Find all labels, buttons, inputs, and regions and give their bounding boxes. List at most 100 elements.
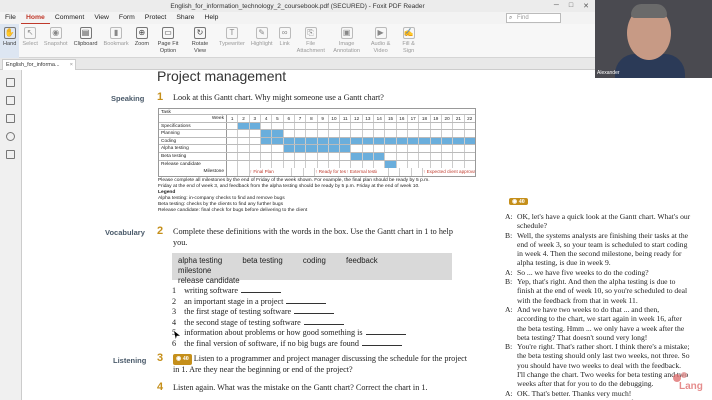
gantt-empty-cell xyxy=(227,160,239,169)
snapshot-label: Snapshot xyxy=(43,41,68,47)
menu-share[interactable]: Share xyxy=(171,12,199,24)
gantt-empty-cell xyxy=(304,168,316,176)
gantt-empty-cell xyxy=(250,137,261,145)
snapshot-button[interactable]: ◉ Snapshot xyxy=(41,24,71,58)
gantt-week-cell: 3 xyxy=(250,115,261,122)
bookmarks-panel-icon[interactable] xyxy=(6,78,15,87)
menu-form[interactable]: Form xyxy=(114,12,140,24)
zoom-button[interactable]: ⊕ Zoom xyxy=(132,24,152,58)
hand-icon: ✋ xyxy=(3,27,16,39)
image-annotation-button[interactable]: ▣ Image Annotation xyxy=(328,24,366,58)
page-fit-button[interactable]: ▭ Page Fit Option xyxy=(152,24,184,58)
select-tool-button[interactable]: ↖ Select xyxy=(19,24,41,58)
transcript-line: the beta testing. Hmm ... we only have a… xyxy=(505,324,712,333)
gantt-week-cell: 13 xyxy=(363,115,375,122)
gantt-empty-cell xyxy=(272,152,284,160)
page-thumbnails-icon[interactable] xyxy=(6,96,15,105)
link-button[interactable]: ∞ Link xyxy=(276,24,294,58)
gantt-task-row: Alpha testing xyxy=(159,145,475,153)
answer-blank[interactable] xyxy=(361,339,402,346)
answer-blank[interactable] xyxy=(303,318,344,325)
gantt-empty-cell xyxy=(400,168,412,176)
transcript-line: end of week 3, so your team is scheduled… xyxy=(505,240,712,249)
typewriter-label: Typewriter xyxy=(219,41,245,47)
file-attachment-button[interactable]: ⎘ File Attachment xyxy=(294,24,328,58)
bookmark-icon: ▮ xyxy=(110,27,123,39)
menu-protect[interactable]: Protect xyxy=(140,12,172,24)
maximize-icon[interactable]: □ xyxy=(569,2,573,10)
gantt-bar-cell xyxy=(385,137,397,145)
menu-file[interactable]: File xyxy=(0,12,21,24)
word-alpha-testing: alpha testing xyxy=(178,256,223,265)
clipboard-button[interactable]: ▤ Clipboard xyxy=(71,24,101,58)
gantt-week-cell: 7 xyxy=(295,115,307,122)
gantt-milestone-text: Expected client approval xyxy=(426,169,475,175)
gantt-empty-cell xyxy=(306,130,318,137)
gantt-empty-cell xyxy=(453,145,465,152)
clipboard-icon: ▤ xyxy=(79,27,92,39)
gantt-empty-cell xyxy=(431,130,442,137)
audio-track-button[interactable]: ◉ 40 xyxy=(173,354,192,365)
gantt-empty-cell xyxy=(272,160,284,169)
document-tab[interactable]: English_for_informa... × xyxy=(2,59,76,70)
close-tab-icon[interactable]: × xyxy=(70,60,73,70)
comments-panel-icon[interactable] xyxy=(6,114,15,123)
menu-help[interactable]: Help xyxy=(199,12,223,24)
transcript-text: You're right. That's rather short. I thi… xyxy=(517,342,690,352)
highlight-button[interactable]: ✎ Highlight xyxy=(248,24,276,58)
transcript-speaker: B: xyxy=(505,230,513,240)
gantt-week-cell: 14 xyxy=(374,115,386,122)
highlight-icon: ✎ xyxy=(255,27,268,39)
fill-sign-button[interactable]: ✍ Fill & Sign xyxy=(396,24,422,58)
answer-blank[interactable] xyxy=(286,297,327,304)
gantt-empty-cell xyxy=(250,152,261,160)
gantt-bar-cell xyxy=(362,152,375,160)
gantt-task-row: Release candidate xyxy=(159,160,475,169)
audio-track-number: 40 xyxy=(182,356,189,362)
answer-blank[interactable] xyxy=(365,328,406,335)
attachments-panel-icon[interactable] xyxy=(6,150,15,159)
gantt-empty-cell xyxy=(227,137,239,145)
transcript-text: schedule? xyxy=(517,221,547,231)
transcript-line: A: And we have two weeks to do that ... a… xyxy=(505,305,712,314)
definition-number: 4 xyxy=(172,317,177,327)
menu-view[interactable]: View xyxy=(89,12,114,24)
search-placeholder: Find xyxy=(517,15,529,21)
answer-blank[interactable] xyxy=(294,307,335,314)
audio-transcript: ◉ 40 A: OK, let's have a quick look at th… xyxy=(503,190,712,400)
participant-video: Alexander xyxy=(595,0,712,78)
gantt-week-cell: 18 xyxy=(419,115,431,122)
close-icon[interactable]: ✕ xyxy=(583,2,589,10)
audio-video-button[interactable]: ▶ Audio & Video xyxy=(366,24,396,58)
gantt-week-cell: 9 xyxy=(318,115,329,122)
typewriter-button[interactable]: T Typewriter xyxy=(216,24,248,58)
gantt-empty-cell xyxy=(363,145,375,152)
gantt-bar-cell xyxy=(260,130,273,137)
gantt-week-cell: 16 xyxy=(397,115,408,122)
rotate-view-button[interactable]: ↻ Rotate View xyxy=(184,24,216,58)
word-coding: coding xyxy=(302,256,326,265)
hand-tool-button[interactable]: ✋ Hand xyxy=(0,24,20,58)
definition-text: an important stage in a project xyxy=(184,296,284,306)
gantt-empty-cell xyxy=(340,122,352,130)
menu-home[interactable]: Home xyxy=(20,12,50,24)
gantt-bar-cell xyxy=(283,145,295,152)
gantt-empty-cell xyxy=(306,122,318,130)
bookmark-button[interactable]: ▮ Bookmark xyxy=(101,24,132,58)
layers-panel-icon[interactable] xyxy=(6,132,15,141)
search-input[interactable]: ⌕ Find xyxy=(506,13,561,23)
gantt-week-cell: 4 xyxy=(261,115,273,122)
minimize-icon[interactable]: ─ xyxy=(554,2,559,10)
transcript-text: the beta testing should only last two we… xyxy=(517,351,690,361)
answer-blank[interactable] xyxy=(240,286,281,293)
gantt-task-label: Coding xyxy=(159,137,227,145)
menu-comment[interactable]: Comment xyxy=(50,12,89,24)
gantt-empty-cell xyxy=(284,122,295,130)
transcript-text: with the feedback from that in week 11. xyxy=(517,295,638,305)
gantt-week-cell: 10 xyxy=(329,115,341,122)
question-3-body: Listen to a programmer and project manag… xyxy=(173,354,468,374)
gantt-task-label: Planning xyxy=(159,130,227,137)
gantt-bar-cell xyxy=(441,137,454,145)
gantt-empty-cell xyxy=(261,145,273,152)
page-fit-label: Page Fit Option xyxy=(157,41,179,54)
